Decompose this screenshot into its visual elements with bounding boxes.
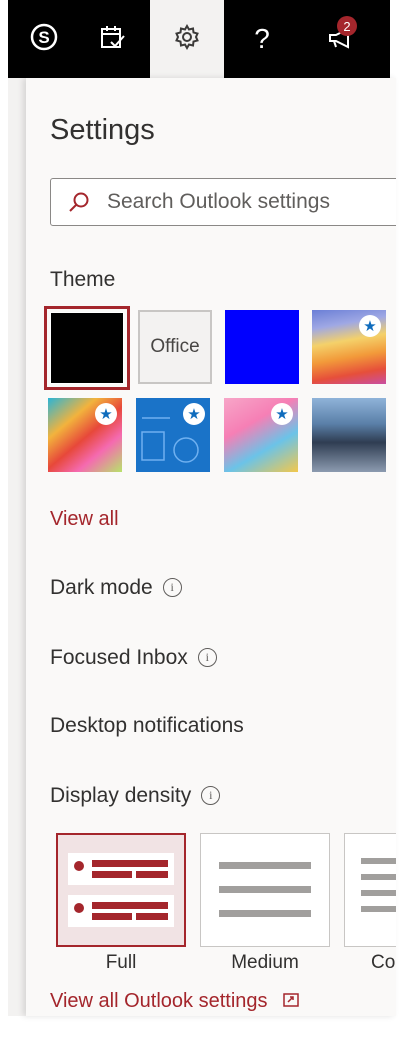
view-all-themes-link[interactable]: View all bbox=[50, 508, 119, 531]
density-full-label: Full bbox=[105, 952, 137, 968]
top-bar: S ? 2 bbox=[8, 0, 390, 78]
display-density-label: Display density bbox=[50, 784, 192, 807]
office-tile-label: Office bbox=[150, 336, 200, 357]
dark-mode-row[interactable]: Dark mode i bbox=[50, 576, 182, 600]
star-icon: ★ bbox=[271, 403, 293, 425]
desktop-notifications-row[interactable]: Desktop notifications bbox=[50, 714, 244, 738]
settings-button[interactable] bbox=[150, 0, 224, 78]
theme-label: Theme bbox=[50, 268, 116, 291]
settings-title: Settings bbox=[50, 114, 155, 146]
help-icon: ? bbox=[254, 23, 270, 54]
theme-illustration-tile[interactable]: ★ bbox=[48, 398, 122, 472]
view-all-outlook-settings-link[interactable]: View all Outlook settings bbox=[50, 990, 299, 1013]
skype-button[interactable]: S bbox=[20, 0, 68, 78]
page-background bbox=[8, 78, 28, 1016]
theme-office-tile[interactable]: Office bbox=[138, 310, 212, 384]
theme-mountain-tile[interactable] bbox=[312, 398, 386, 472]
theme-blueprint-tile[interactable]: ★ bbox=[136, 398, 210, 472]
info-icon[interactable]: i bbox=[201, 786, 221, 805]
notification-badge: 2 bbox=[337, 16, 357, 36]
star-icon: ★ bbox=[359, 315, 381, 337]
gear-icon bbox=[173, 23, 201, 56]
theme-sunset-tile[interactable]: ★ bbox=[312, 310, 386, 384]
density-medium-option[interactable] bbox=[200, 833, 330, 947]
density-medium-label: Medium bbox=[231, 952, 299, 968]
density-compact-option[interactable] bbox=[344, 833, 396, 947]
theme-blue-tile[interactable] bbox=[225, 310, 299, 384]
settings-panel: Settings Theme Office ★ ★ ★ ★ View all D… bbox=[26, 78, 396, 1016]
star-icon: ★ bbox=[95, 403, 117, 425]
desktop-notifications-label: Desktop notifications bbox=[50, 714, 244, 737]
focused-inbox-row[interactable]: Focused Inbox i bbox=[50, 646, 217, 670]
info-icon[interactable]: i bbox=[197, 648, 217, 667]
skype-icon: S bbox=[30, 23, 58, 56]
focused-inbox-label: Focused Inbox bbox=[50, 646, 188, 669]
search-icon bbox=[67, 191, 91, 220]
density-compact-label: Compact bbox=[370, 952, 396, 968]
density-full-option[interactable] bbox=[56, 833, 186, 947]
my-day-button[interactable] bbox=[84, 0, 140, 78]
help-button[interactable]: ? bbox=[234, 0, 290, 78]
search-input[interactable] bbox=[107, 179, 396, 225]
theme-toys-tile[interactable]: ★ bbox=[224, 398, 298, 472]
theme-black-tile[interactable] bbox=[44, 306, 130, 390]
svg-text:S: S bbox=[38, 28, 49, 47]
info-icon[interactable]: i bbox=[162, 578, 182, 597]
view-all-outlook-settings-label: View all Outlook settings bbox=[50, 990, 268, 1012]
open-in-new-window-icon bbox=[283, 990, 299, 1012]
whats-new-button[interactable]: 2 bbox=[304, 0, 378, 78]
star-icon: ★ bbox=[183, 403, 205, 425]
theme-black-swatch bbox=[50, 312, 124, 384]
dark-mode-label: Dark mode bbox=[50, 576, 153, 599]
calendar-check-icon bbox=[98, 23, 126, 56]
search-box[interactable] bbox=[50, 178, 396, 226]
display-density-row: Display density i bbox=[50, 784, 221, 808]
